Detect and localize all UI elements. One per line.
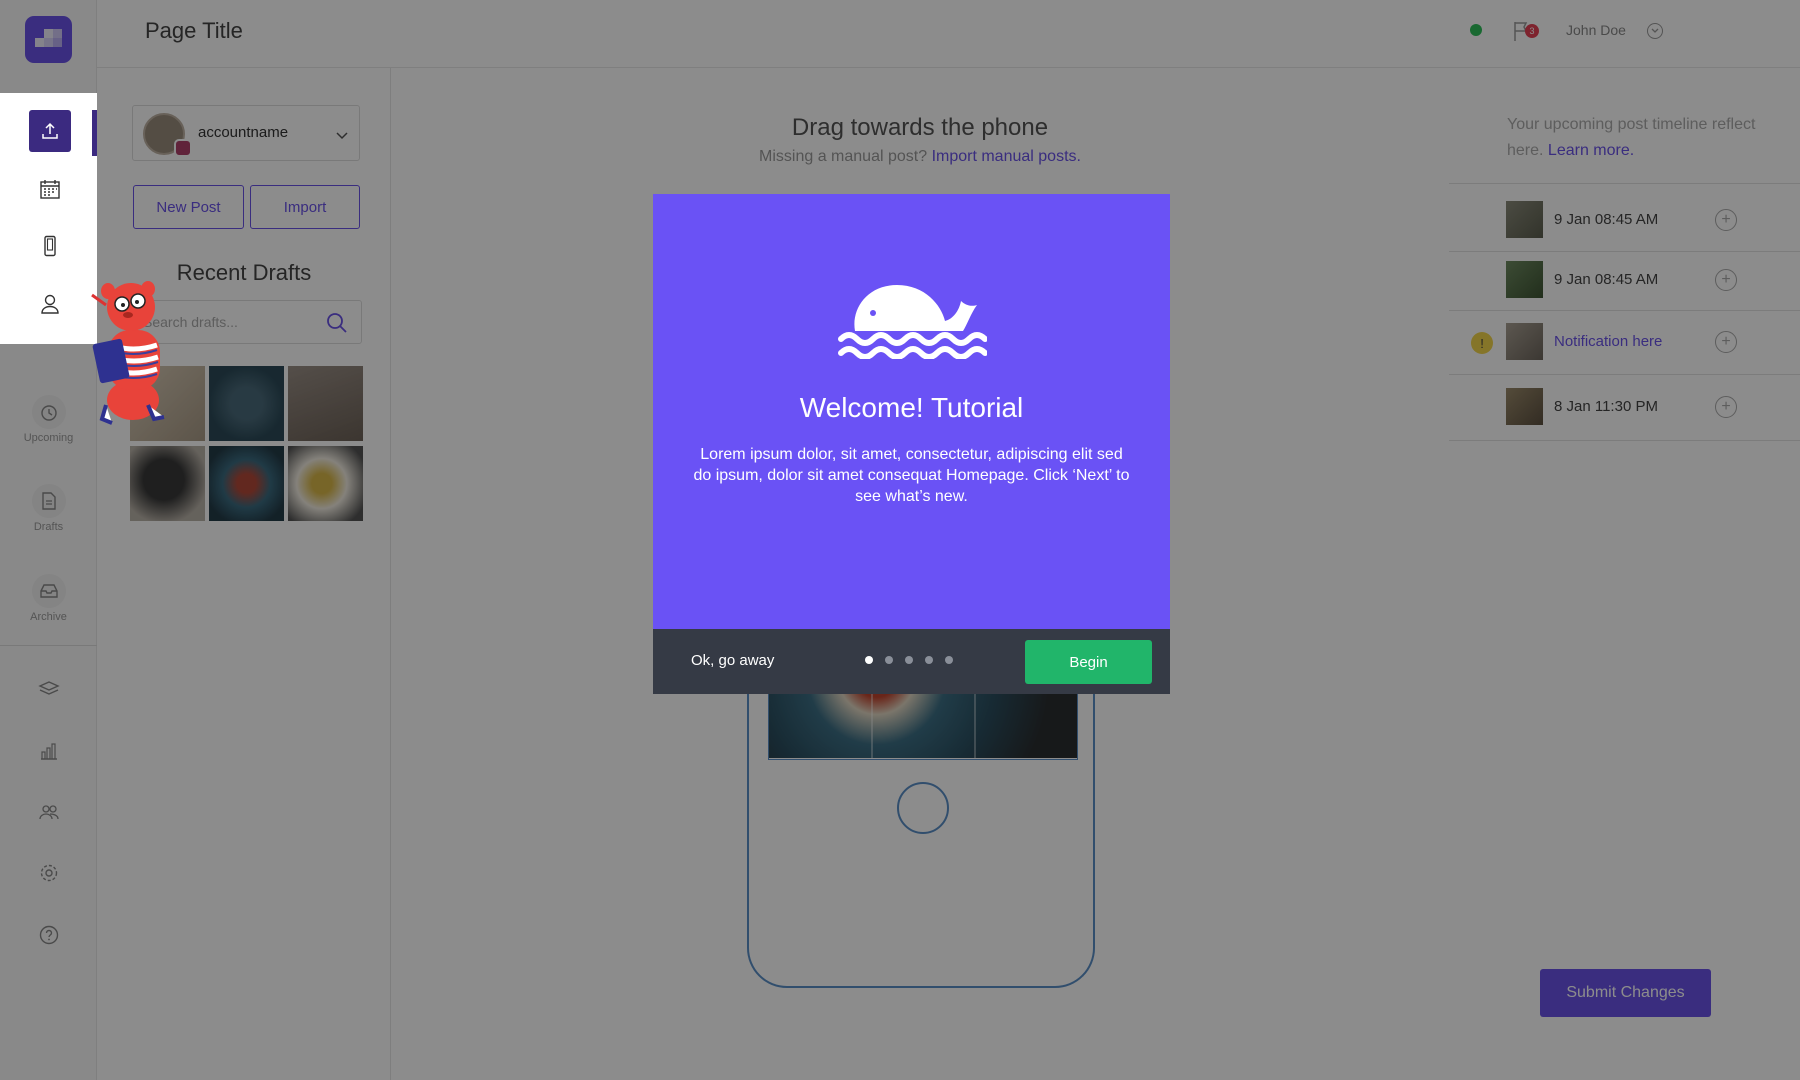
step-indicator <box>865 656 953 664</box>
mascot-illustration <box>91 281 165 425</box>
modal-footer: Ok, go away Begin <box>653 629 1170 694</box>
step-dot[interactable] <box>925 656 933 664</box>
step-dot[interactable] <box>865 656 873 664</box>
user-icon <box>41 294 59 314</box>
profile-button[interactable] <box>29 283 71 325</box>
phone-button[interactable] <box>29 225 71 267</box>
modal-description: Lorem ipsum dolor, sit amet, consectetur… <box>693 446 1130 505</box>
dismiss-tutorial-button[interactable]: Ok, go away <box>691 652 774 669</box>
upload-icon <box>42 122 58 139</box>
modal-title: Welcome! Tutorial <box>799 392 1024 423</box>
tutorial-modal: Welcome! Tutorial Lorem ipsum dolor, sit… <box>653 194 1170 694</box>
calendar-icon <box>40 180 60 199</box>
calendar-button[interactable] <box>29 168 71 210</box>
tutorial-spotlight <box>0 93 97 344</box>
whale-icon <box>838 285 987 359</box>
upload-button[interactable] <box>29 110 71 152</box>
step-dot[interactable] <box>945 656 953 664</box>
step-dot[interactable] <box>885 656 893 664</box>
modal-body: Welcome! Tutorial Lorem ipsum dolor, sit… <box>653 194 1170 629</box>
phone-icon <box>44 235 56 257</box>
begin-button[interactable]: Begin <box>1025 640 1152 684</box>
active-indicator <box>92 110 97 156</box>
step-dot[interactable] <box>905 656 913 664</box>
